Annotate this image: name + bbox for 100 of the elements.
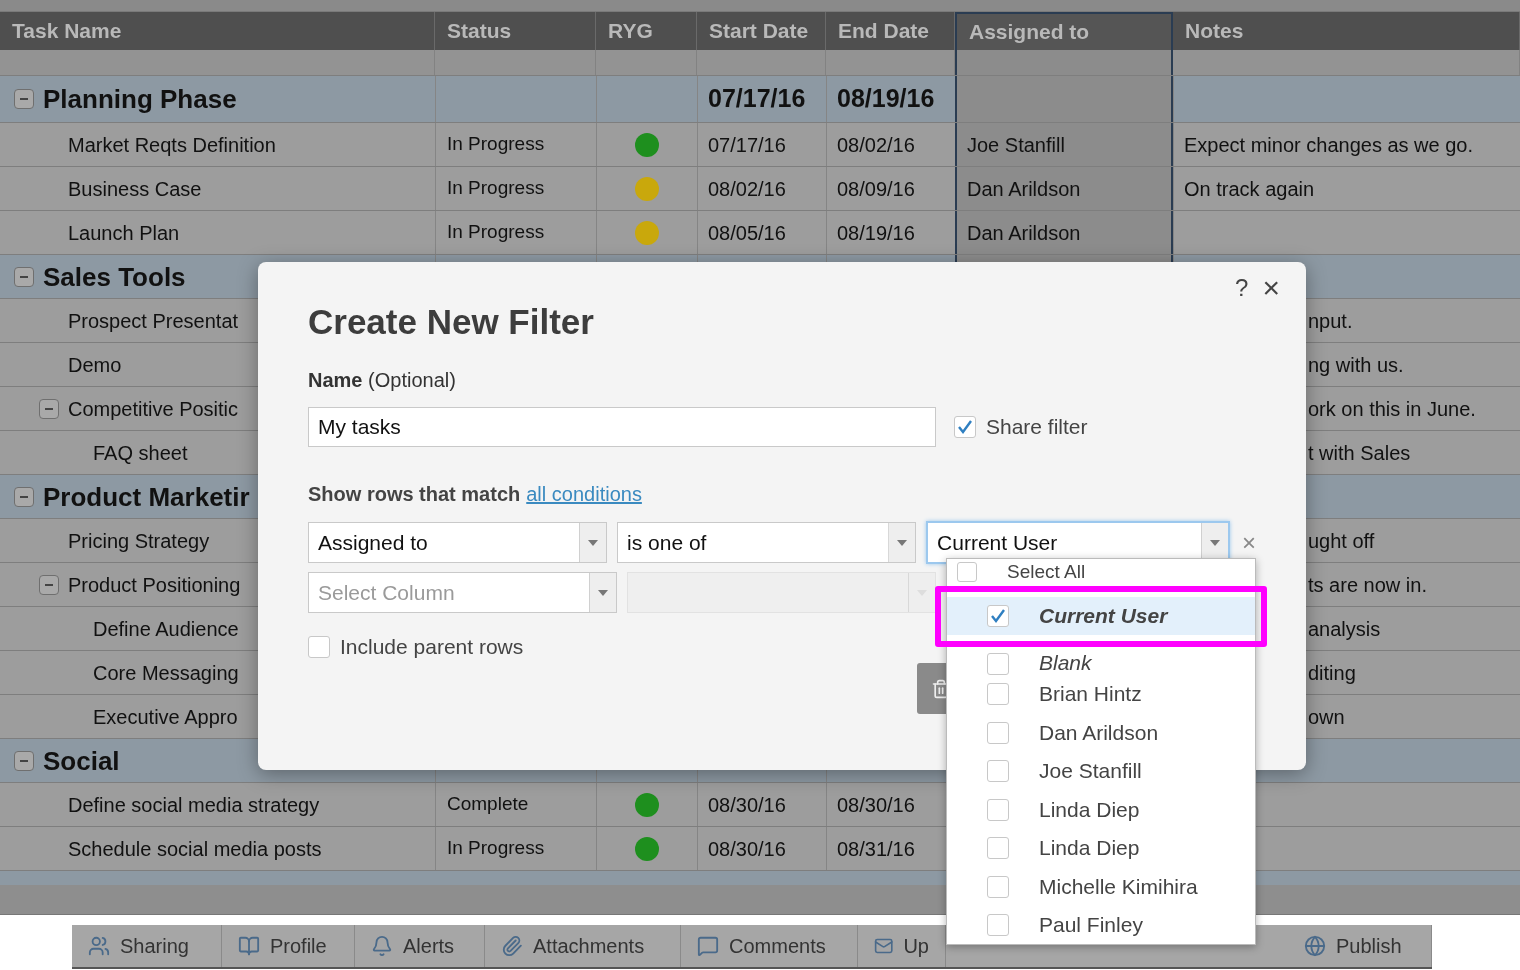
task-name: Pricing Strategy [68,528,210,554]
checkbox[interactable] [987,914,1009,937]
task-name: Competitive Positic [68,396,239,422]
task-name: Launch Plan [68,220,180,246]
task-row[interactable]: Business Case In Progress 08/02/16 08/09/16 Dan Arildson On track again [0,167,1520,211]
toolbar-tab[interactable]: Sharing [72,925,222,967]
share-label: Share filter [986,414,1088,441]
checkbox[interactable] [987,653,1009,675]
group-name: Social [43,744,120,777]
collapse-icon[interactable] [14,750,34,771]
operator-select[interactable]: is one of [617,522,917,563]
checkbox[interactable] [957,562,977,582]
include-parent-label: Include parent rows [340,634,524,660]
end-date: 08/19/16 [837,220,915,246]
notes-text: ork on this in June. [1308,396,1476,422]
task-row[interactable]: Market Reqts Definition In Progress 07/17/16 08/02/16 Joe Stanfill Expect minor changes as we go. [0,123,1520,167]
dialog-title: Create New Filter [308,304,595,339]
option-item[interactable]: Linda Diep [947,790,1255,829]
collapse-icon[interactable] [39,574,59,595]
end-date: 08/19/16 [837,83,935,115]
toolbar-tab[interactable]: Comments [681,925,858,967]
end-date: 08/30/16 [837,792,915,818]
tab-icon [238,935,260,957]
toolbar-tab[interactable]: Attachments [485,925,681,967]
notes-text: diting [1308,660,1356,686]
toolbar-tab[interactable]: Alerts [355,925,485,967]
checkbox[interactable] [987,605,1009,627]
notes-text: t with Sales [1308,440,1411,466]
toolbar-tab[interactable]: Profile [222,925,355,967]
caret-icon [897,539,908,546]
tab-icon [371,935,393,957]
collapse-icon[interactable] [14,486,34,507]
group-name: Sales Tools [43,260,186,293]
task-row[interactable]: Launch Plan In Progress 08/05/16 08/19/16 Dan Arildson [0,211,1520,255]
notes-text: nput. [1308,308,1353,334]
notes-text: On track again [1184,176,1315,202]
checkbox[interactable] [954,416,976,438]
task-name: Schedule social media posts [68,836,322,862]
caret-icon [598,589,608,596]
caret-icon [588,539,599,546]
notes-text: Expect minor changes as we go. [1184,132,1474,158]
group-name: Product Marketir [43,480,250,513]
checkbox[interactable] [987,721,1009,744]
start-date: 07/17/16 [708,83,806,115]
option-item[interactable]: Linda Diep [947,829,1255,868]
collapse-icon[interactable] [14,89,34,109]
caret-icon [1210,539,1220,546]
start-date: 08/30/16 [708,836,786,862]
checkbox[interactable] [987,683,1009,706]
checkbox[interactable] [987,760,1009,783]
checkbox[interactable] [308,635,330,658]
tab-icon [88,935,110,957]
notes-text: ts are now in. [1308,572,1427,598]
task-name: FAQ sheet [93,440,188,466]
match-label: Show rows that match [308,482,521,507]
checkbox[interactable] [987,837,1009,860]
notes-text: ught off [1308,528,1375,554]
conditions-link[interactable]: all conditions [526,479,642,509]
start-date: 07/17/16 [708,132,786,158]
task-name: Define Audience [93,616,239,642]
assignee-text: Joe Stanfill [967,132,1065,158]
checkbox[interactable] [987,875,1009,898]
tab-icon [1304,935,1326,957]
notes-text: analysis [1308,616,1381,642]
status-text: Complete [447,792,529,817]
name-label: Name (Optional) [308,368,457,393]
tab-icon [697,935,719,957]
task-name: Core Messaging [93,660,239,686]
column-header[interactable]: Assigned to [955,12,1173,50]
end-date: 08/31/16 [837,836,915,862]
option-item[interactable]: Current User [947,597,1255,635]
column-select[interactable]: Assigned to [308,522,608,563]
start-date: 08/02/16 [708,176,786,202]
status-text: In Progress [447,132,545,157]
option-item[interactable]: Blank [947,635,1255,675]
collapse-icon[interactable] [39,398,59,419]
name-field[interactable]: My tasks [308,407,936,447]
option-item[interactable]: Paul Finley [947,906,1255,945]
group-row[interactable]: Planning Phase 07/17/16 08/19/16 [0,76,1520,123]
toolbar-tab[interactable]: Publish [1288,925,1432,967]
assignee-text: Dan Arildson [967,176,1081,202]
start-date: 08/05/16 [708,220,786,246]
task-name: Define social media strategy [68,792,320,818]
status-text: In Progress [447,836,545,861]
assignee-text: Dan Arildson [967,220,1081,246]
option-item[interactable]: Dan Arildson [947,713,1255,752]
start-date: 08/30/16 [708,792,786,818]
checkbox[interactable] [987,798,1009,821]
notes-text: ng with us. [1308,352,1404,378]
task-name: Product Positioning [68,572,241,598]
collapse-icon[interactable] [14,266,34,287]
close-button[interactable]: × [1262,273,1280,303]
task-name: Executive Appro [93,704,238,730]
help-button[interactable]: ? [1235,270,1249,306]
task-name: Demo [68,352,122,378]
option-item[interactable]: Brian Hintz [947,675,1255,714]
task-name: Market Reqts Definition [68,132,276,158]
group-name: Planning Phase [43,82,237,116]
notes-text: own [1308,704,1345,730]
task-name: Prospect Presentat [68,308,239,334]
